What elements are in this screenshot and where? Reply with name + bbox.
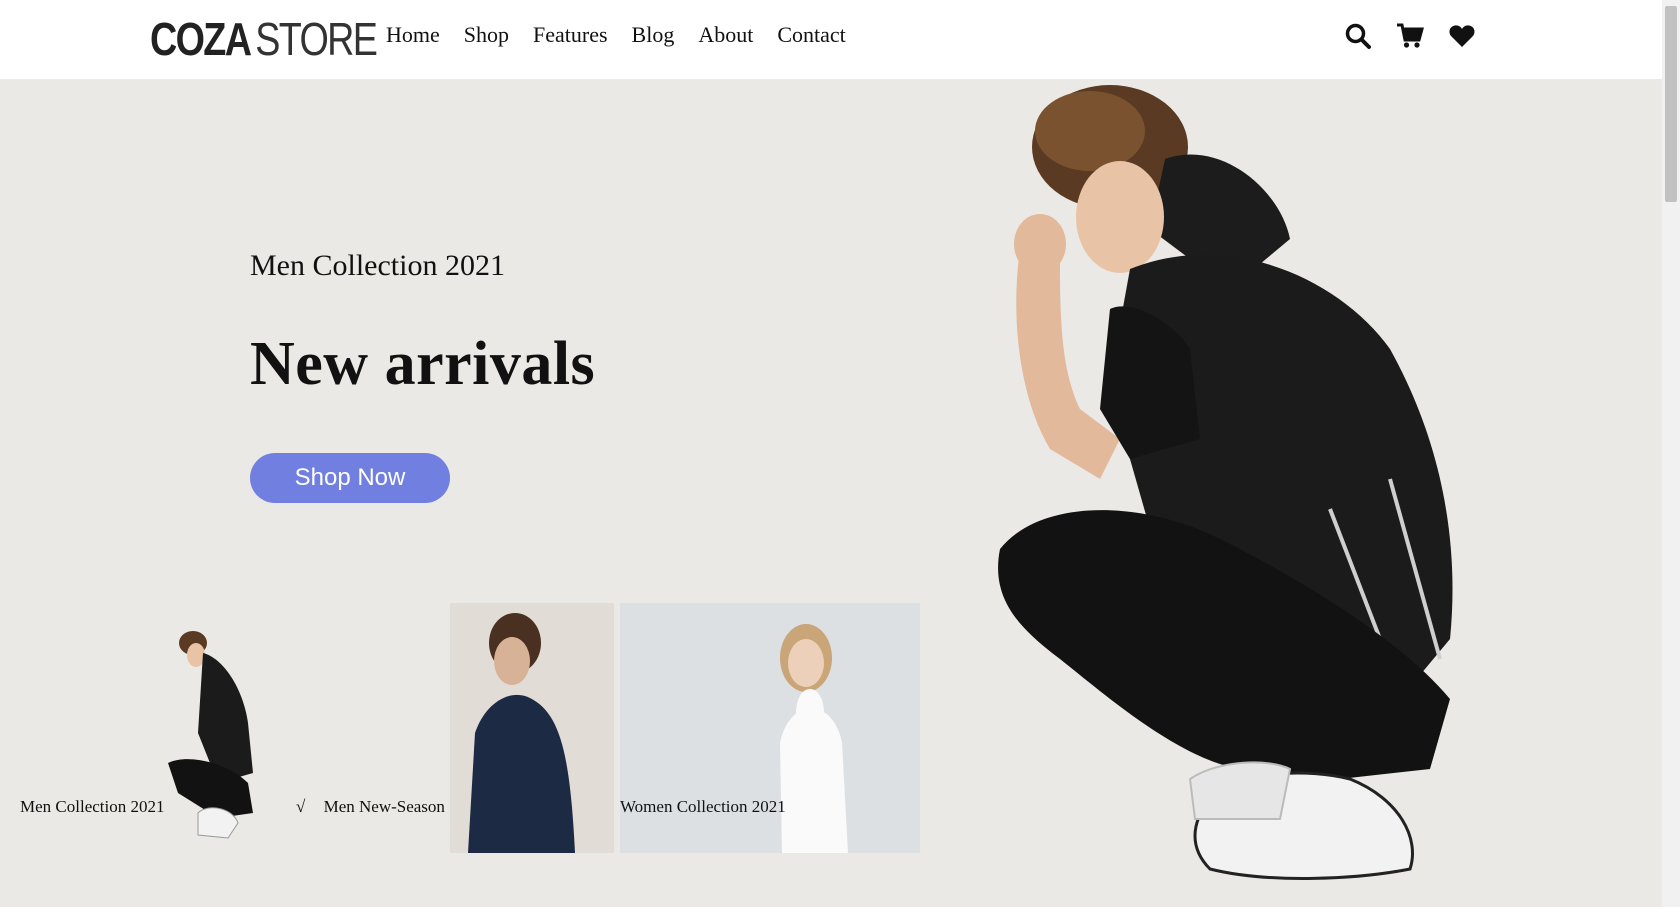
nav-about[interactable]: About — [698, 22, 753, 48]
header-icons — [1344, 22, 1476, 50]
site-header: COZA STORE Home Shop Features Blog About… — [0, 0, 1662, 79]
page: COZA STORE Home Shop Features Blog About… — [0, 0, 1680, 907]
search-icon[interactable] — [1344, 22, 1372, 50]
caption-text: Men New-Season — [323, 797, 445, 816]
nav-blog[interactable]: Blog — [632, 22, 675, 48]
nav-features[interactable]: Features — [533, 22, 608, 48]
thumbnail-caption-men-collection: Men Collection 2021 — [20, 797, 164, 817]
shop-now-button[interactable]: Shop Now — [250, 453, 450, 503]
scrollbar-thumb[interactable] — [1665, 6, 1677, 202]
page-scrollbar[interactable] — [1662, 0, 1680, 907]
caption-text: Women Collection 2021 — [620, 797, 786, 816]
hero-banner: Men Collection 2021 New arrivals Shop No… — [0, 79, 1662, 907]
main-nav: Home Shop Features Blog About Contact — [386, 22, 846, 48]
logo-light-text: STORE — [255, 13, 378, 65]
cart-icon[interactable] — [1396, 22, 1424, 50]
thumbnail-caption-women-collection: Women Collection 2021 — [620, 797, 786, 817]
nav-home[interactable]: Home — [386, 22, 440, 48]
logo-bold-text: COZA — [150, 13, 252, 65]
thumbnail-caption-men-new-season: √ Men New-Season — [296, 797, 445, 817]
hero-title: New arrivals — [250, 330, 596, 398]
nav-contact[interactable]: Contact — [777, 22, 845, 48]
nav-shop[interactable]: Shop — [464, 22, 509, 48]
store-logo[interactable]: COZA STORE — [150, 12, 378, 66]
caption-text: Men Collection 2021 — [20, 797, 165, 816]
check-icon: √ — [296, 797, 306, 816]
hero-subtitle: Men Collection 2021 — [250, 249, 505, 282]
hero-model-image — [998, 85, 1453, 880]
heart-icon[interactable] — [1448, 22, 1476, 50]
